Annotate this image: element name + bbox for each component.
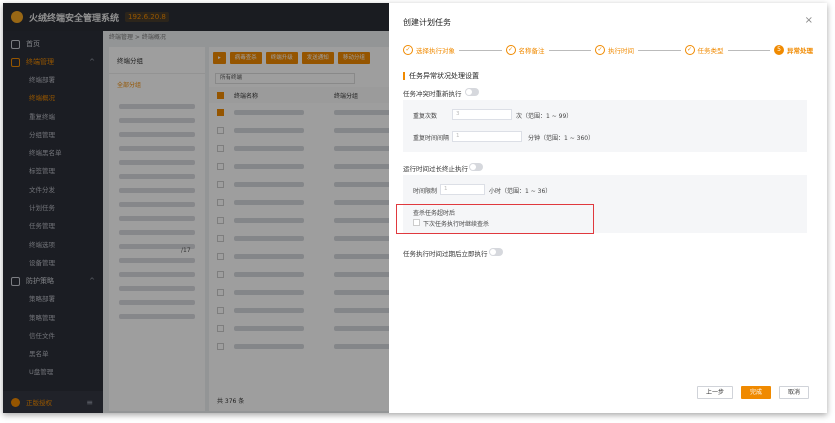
step-label: 任务类型 (697, 47, 724, 55)
step-4: ✓ 任务类型 (684, 45, 724, 55)
expired-label: 任务执行时间过期后立即执行 (403, 250, 488, 258)
finish-button[interactable]: 完成 (740, 386, 771, 399)
check-icon: ✓ (595, 45, 605, 55)
conflict-label: 任务冲突时重新执行 (403, 90, 462, 98)
step-connector (548, 49, 591, 51)
step-number: 5 (774, 45, 784, 55)
step-1: ✓ 选择执行对象 (403, 45, 455, 55)
close-icon[interactable]: × (805, 15, 813, 26)
retry-interval-hint: 分钟（范围：1 ~ 360） (528, 135, 595, 142)
retry-count-hint: 次（范围：1 ~ 99） (516, 113, 573, 120)
retry-interval-label: 重复时间间隔 (413, 135, 450, 142)
red-highlight-box (396, 204, 594, 234)
step-5: 5 异常处理 (774, 45, 813, 55)
expired-toggle[interactable] (489, 248, 503, 256)
retry-count-input[interactable]: 3 (452, 109, 512, 120)
prev-button[interactable]: 上一步 (696, 386, 733, 399)
timeout-label: 运行时间过长终止执行 (403, 165, 468, 173)
check-icon: ✓ (684, 45, 695, 55)
drawer-title: 创建计划任务 (403, 18, 451, 27)
step-label: 选择执行对象 (416, 47, 455, 55)
retry-count-label: 重复次数 (413, 113, 438, 120)
retry-interval-input[interactable]: 1 (452, 131, 522, 142)
time-limit-hint: 小时（范围：1 ~ 36） (489, 188, 552, 195)
section-title: 任务异常状况处理设置 (403, 72, 479, 80)
retry-settings-box (403, 100, 807, 152)
step-2: ✓ 名称备注 (505, 45, 545, 55)
step-label: 异常处理 (787, 47, 813, 55)
step-connector (727, 49, 770, 51)
cancel-button[interactable]: 取消 (778, 386, 809, 399)
time-limit-label: 时间限制 (413, 188, 438, 195)
timeout-toggle[interactable] (469, 163, 483, 171)
app-window: 火绒终端安全管理系统 192.6.20.8 首页 终端管理 ^ 终端部署 终端概… (3, 3, 827, 413)
step-label: 执行时间 (608, 47, 634, 55)
step-3: ✓ 执行时间 (595, 45, 634, 55)
screenshot-frame: 火绒终端安全管理系统 192.6.20.8 首页 终端管理 ^ 终端部署 终端概… (0, 0, 835, 423)
step-label: 名称备注 (518, 47, 545, 55)
drawer-footer: 上一步 完成 取消 (696, 386, 809, 399)
check-icon: ✓ (403, 45, 413, 55)
time-limit-input[interactable]: 1 (440, 184, 485, 195)
step-connector (638, 49, 681, 51)
conflict-toggle[interactable] (465, 88, 479, 96)
step-progress: ✓ 选择执行对象 ✓ 名称备注 ✓ 执行时间 ✓ 任务类型 5 异常处理 (403, 43, 813, 57)
step-connector (459, 49, 502, 51)
check-icon: ✓ (505, 45, 516, 55)
